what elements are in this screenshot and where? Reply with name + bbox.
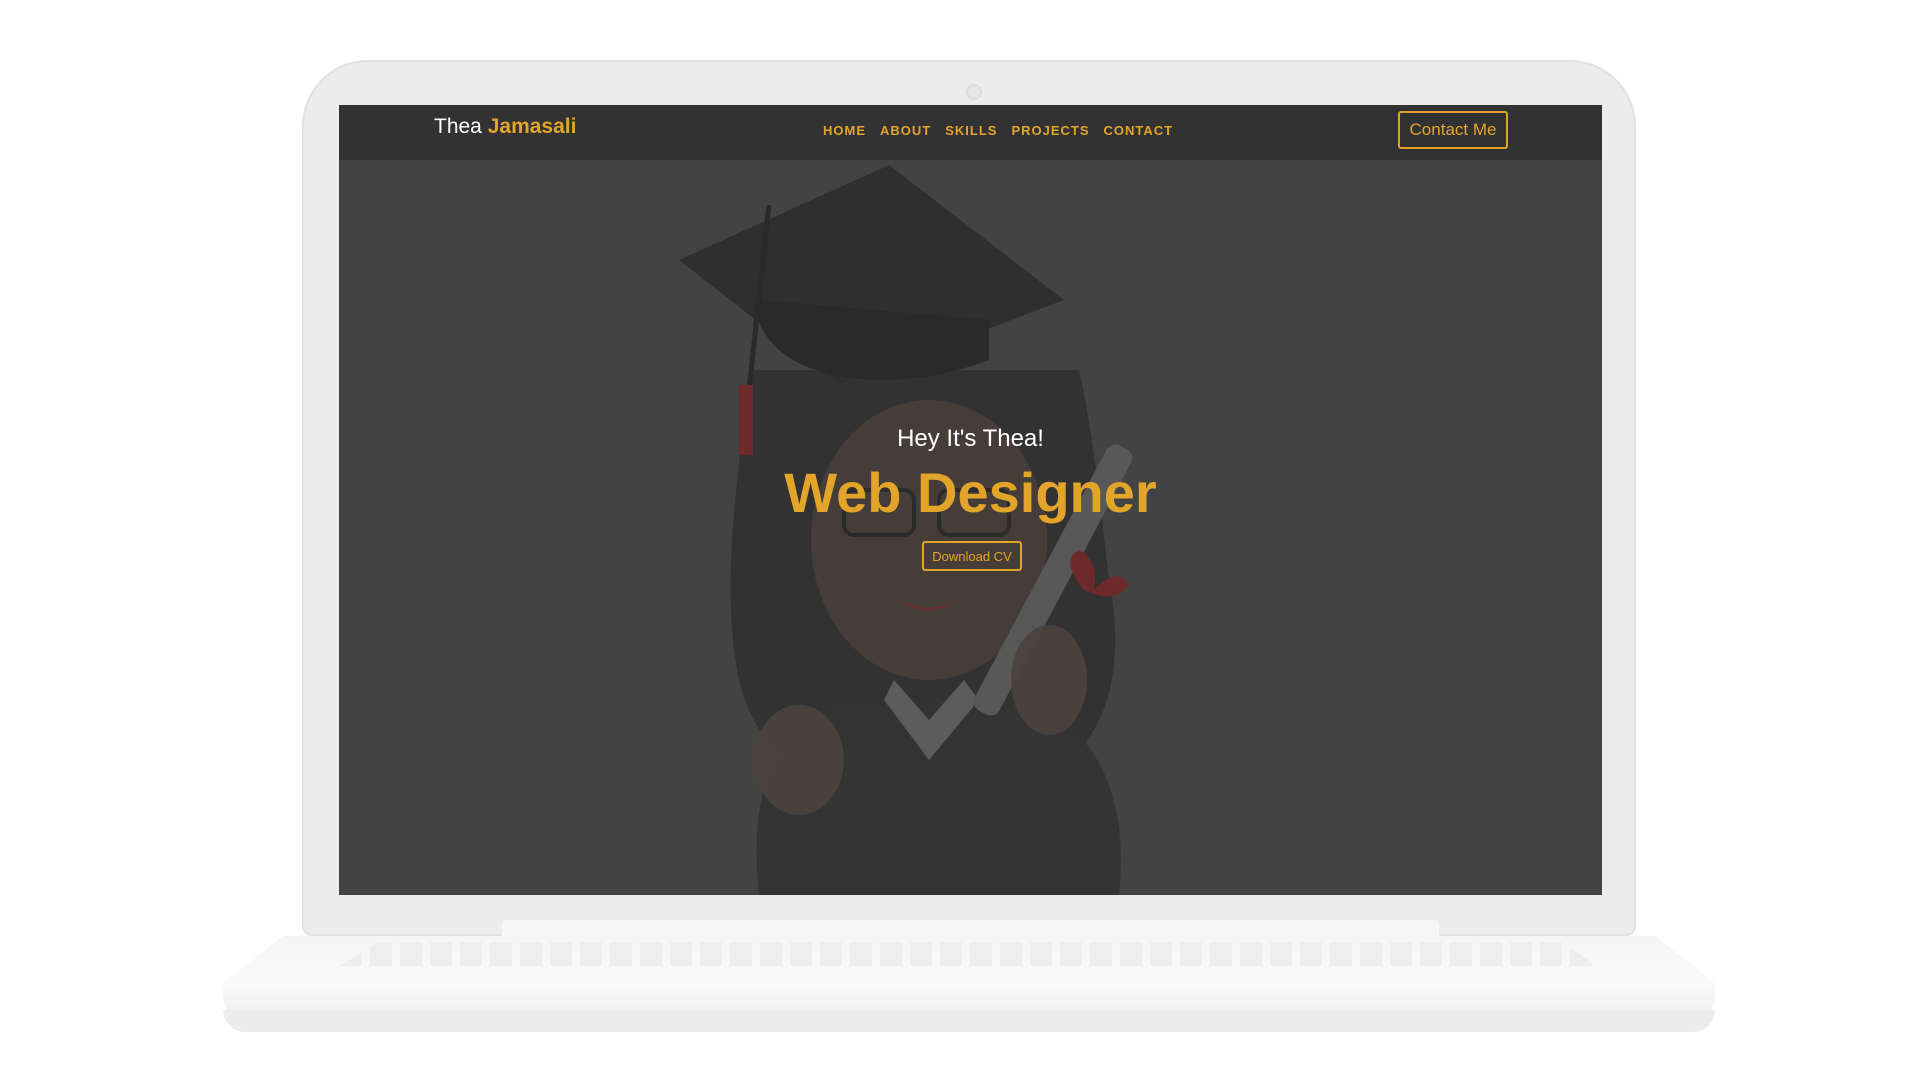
nav-link-about[interactable]: ABOUT xyxy=(880,123,931,138)
brand-logo[interactable]: Thea Jamasali xyxy=(434,115,576,139)
laptop-screen: Thea Jamasali HOME ABOUT SKILLS PROJECTS… xyxy=(339,105,1602,895)
download-cv-button[interactable]: Download CV xyxy=(922,541,1022,571)
nav-link-skills[interactable]: SKILLS xyxy=(945,123,997,138)
hero-section: Hey It's Thea! Web Designer Download CV xyxy=(339,105,1602,895)
navbar: Thea Jamasali HOME ABOUT SKILLS PROJECTS… xyxy=(339,105,1602,160)
brand-first-name: Thea xyxy=(434,115,482,138)
brand-last-name: Jamasali xyxy=(487,115,577,138)
laptop-base-lip xyxy=(223,1010,1715,1032)
nav-links: HOME ABOUT SKILLS PROJECTS CONTACT xyxy=(823,123,1173,138)
nav-link-projects[interactable]: PROJECTS xyxy=(1011,123,1089,138)
contact-me-button[interactable]: Contact Me xyxy=(1398,111,1508,149)
hero-title: Web Designer xyxy=(784,461,1157,524)
laptop-hinge xyxy=(502,920,1439,936)
nav-link-home[interactable]: HOME xyxy=(823,123,866,138)
nav-link-contact[interactable]: CONTACT xyxy=(1104,123,1174,138)
webcam xyxy=(966,84,982,100)
mockup-stage: Thea Jamasali HOME ABOUT SKILLS PROJECTS… xyxy=(0,0,1920,1080)
keyboard xyxy=(340,942,1598,966)
hero-greeting: Hey It's Thea! xyxy=(897,425,1044,452)
